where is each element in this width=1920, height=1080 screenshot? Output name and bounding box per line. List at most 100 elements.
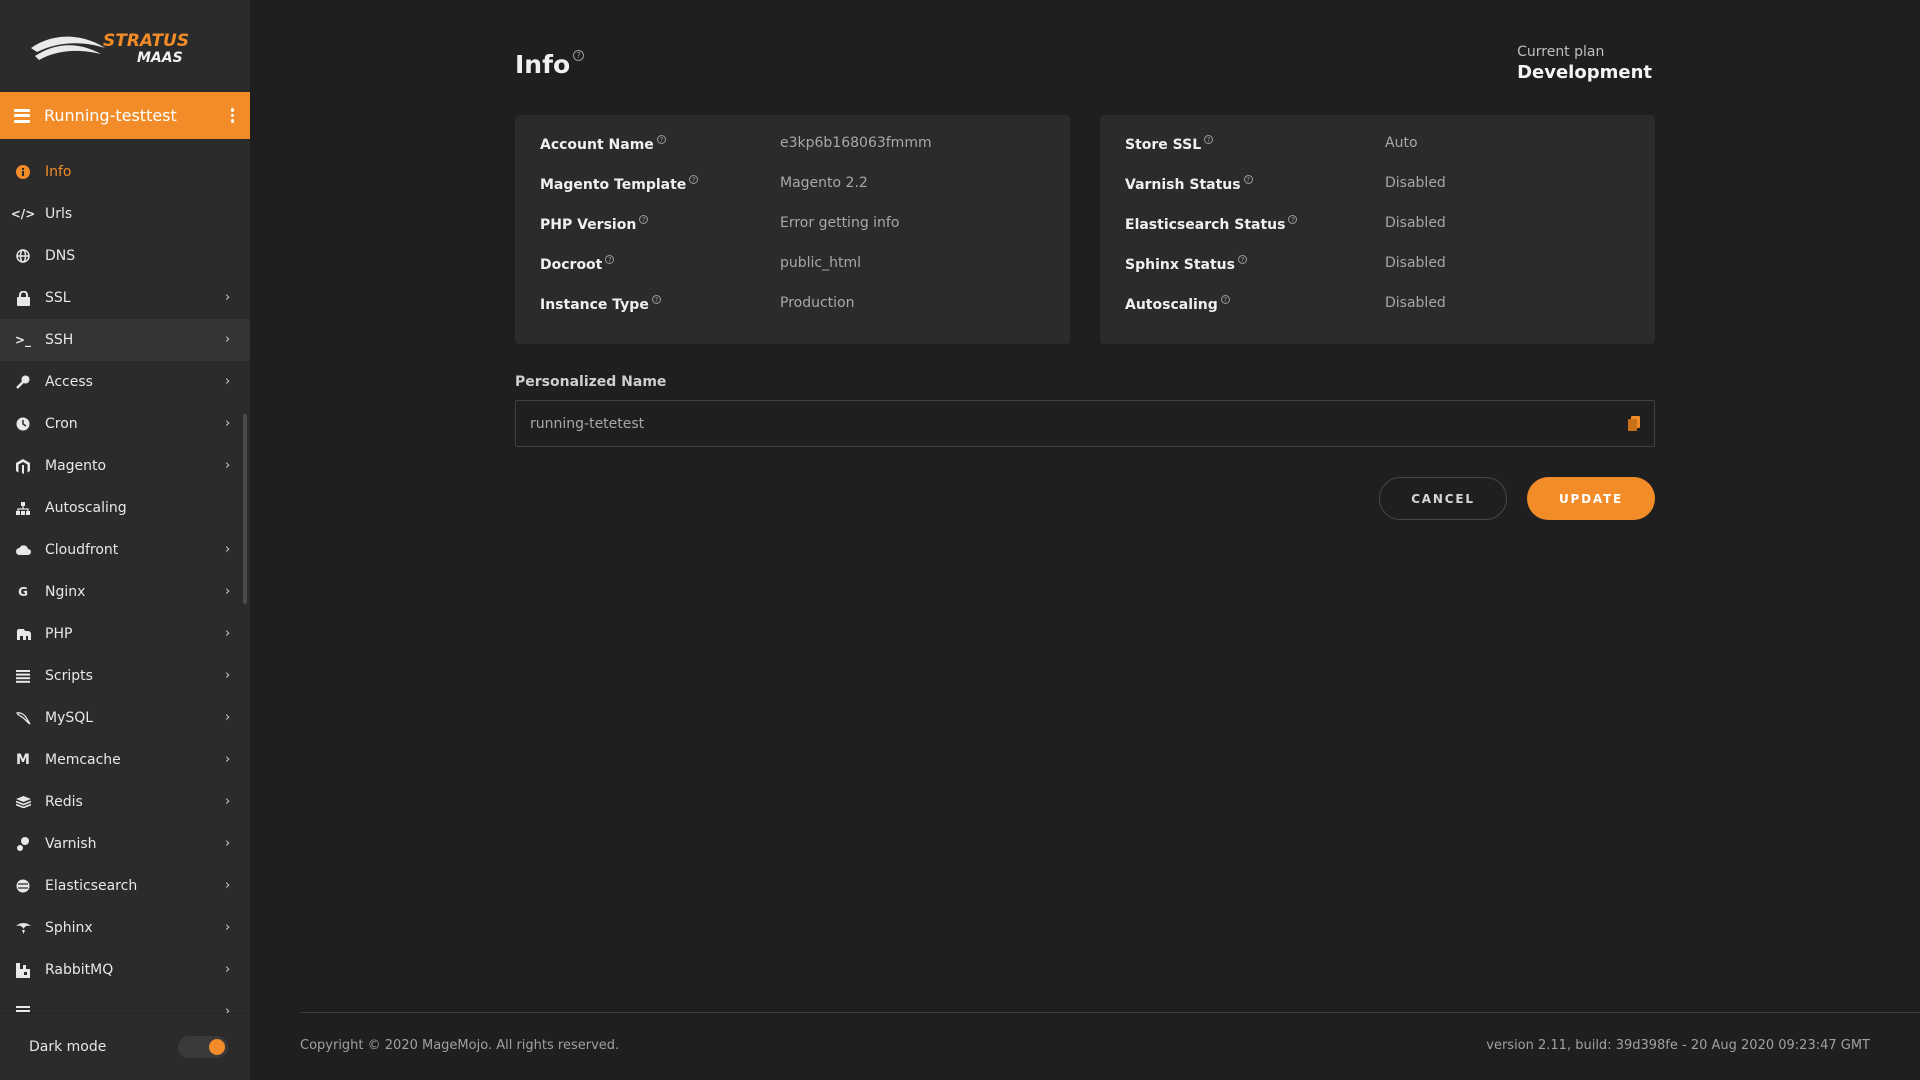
sidebar-item-label: Urls bbox=[45, 206, 73, 222]
list-icon bbox=[15, 668, 31, 684]
help-icon[interactable]: ? bbox=[639, 215, 649, 224]
current-plan: Current plan Development bbox=[1517, 44, 1652, 83]
help-icon[interactable]: ? bbox=[689, 175, 699, 184]
info-value: public_html bbox=[780, 255, 862, 271]
help-icon[interactable]: ? bbox=[573, 50, 585, 61]
instance-selector[interactable]: Running-testtest bbox=[0, 92, 250, 139]
sidebar-item-label: RabbitMQ bbox=[45, 962, 114, 978]
info-key: Magento Template? bbox=[540, 175, 780, 193]
stratus-logo[interactable]: STRATUS MAAS bbox=[0, 0, 250, 92]
status-value: Disabled bbox=[1385, 255, 1446, 271]
help-icon[interactable]: ? bbox=[1237, 255, 1247, 264]
sidebar-item-elasticsearch[interactable]: Elasticsearch › bbox=[0, 865, 250, 907]
personalized-name-input[interactable] bbox=[530, 415, 1628, 432]
help-icon[interactable]: ? bbox=[656, 135, 666, 144]
sidebar-item-cron[interactable]: Cron › bbox=[0, 403, 250, 445]
sidebar-item-label: Autoscaling bbox=[45, 500, 127, 516]
help-icon[interactable]: ? bbox=[1243, 175, 1253, 184]
redis-icon bbox=[15, 794, 31, 810]
info-value: Error getting info bbox=[780, 215, 900, 231]
chevron-right-icon: › bbox=[225, 836, 231, 851]
sidebar-item-sphinx[interactable]: Sphinx › bbox=[0, 907, 250, 949]
help-icon[interactable]: ? bbox=[1204, 135, 1214, 144]
clipboard-icon[interactable] bbox=[1628, 416, 1640, 431]
sidebar-item-magento[interactable]: Magento › bbox=[0, 445, 250, 487]
status-key: Store SSL? bbox=[1125, 135, 1385, 153]
more-vertical-icon[interactable] bbox=[230, 108, 234, 123]
services-status-card: Store SSL? Auto Varnish Status? Disabled… bbox=[1100, 115, 1655, 344]
status-key: Varnish Status? bbox=[1125, 175, 1385, 193]
info-key: PHP Version? bbox=[540, 215, 780, 233]
chevron-right-icon: › bbox=[225, 920, 231, 935]
key-icon bbox=[15, 374, 31, 390]
logo-image: STRATUS MAAS bbox=[31, 31, 189, 66]
info-value: e3kp6b168063fmmm bbox=[780, 135, 932, 151]
update-button[interactable]: UPDATE bbox=[1527, 477, 1655, 520]
status-row-autoscaling: Autoscaling? Disabled bbox=[1125, 295, 1630, 337]
status-value: Disabled bbox=[1385, 175, 1446, 191]
sidebar-item-dns[interactable]: DNS bbox=[0, 235, 250, 277]
sidebar: STRATUS MAAS Running-testtest Info </> U… bbox=[0, 0, 250, 1080]
sidebar-item-label: Magento bbox=[45, 458, 107, 474]
help-icon[interactable]: ? bbox=[1220, 295, 1230, 304]
sidebar-item-mysql[interactable]: MySQL › bbox=[0, 697, 250, 739]
chevron-right-icon: › bbox=[225, 458, 231, 473]
sidebar-item-scripts[interactable]: Scripts › bbox=[0, 655, 250, 697]
memcache-icon: M bbox=[16, 752, 30, 768]
sidebar-item-php[interactable]: PHP › bbox=[0, 613, 250, 655]
info-row-php-version: PHP Version? Error getting info bbox=[540, 215, 1045, 257]
status-key: Elasticsearch Status? bbox=[1125, 215, 1385, 233]
sidebar-nav: Info </> Urls DNS SSL › >_ SSH › Access … bbox=[0, 139, 250, 1033]
help-icon[interactable]: ? bbox=[1288, 215, 1298, 224]
sidebar-item-varnish[interactable]: Varnish › bbox=[0, 823, 250, 865]
status-key: Sphinx Status? bbox=[1125, 255, 1385, 273]
clock-icon bbox=[15, 416, 31, 432]
chevron-right-icon: › bbox=[225, 374, 231, 389]
chevron-right-icon: › bbox=[225, 542, 231, 557]
chevron-right-icon: › bbox=[225, 626, 231, 641]
logo-text-maas: MAAS bbox=[137, 50, 183, 66]
php-icon bbox=[15, 626, 31, 642]
logo-text-stratus: STRATUS bbox=[103, 31, 189, 51]
info-icon bbox=[15, 164, 31, 180]
status-row-store-ssl: Store SSL? Auto bbox=[1125, 135, 1630, 177]
cloud-icon bbox=[15, 542, 31, 558]
sitemap-icon bbox=[15, 500, 31, 516]
info-key: Docroot? bbox=[540, 255, 780, 273]
terminal-icon: >_ bbox=[14, 333, 32, 347]
dark-mode-toggle[interactable] bbox=[178, 1036, 228, 1058]
help-icon[interactable]: ? bbox=[651, 295, 661, 304]
sidebar-item-label: Access bbox=[45, 374, 93, 390]
chevron-right-icon: › bbox=[225, 668, 231, 683]
info-row-docroot: Docroot? public_html bbox=[540, 255, 1045, 297]
chevron-right-icon: › bbox=[225, 962, 231, 977]
lock-icon bbox=[15, 290, 31, 306]
sidebar-item-info[interactable]: Info bbox=[0, 151, 250, 193]
sidebar-item-cloudfront[interactable]: Cloudfront › bbox=[0, 529, 250, 571]
sidebar-item-urls[interactable]: </> Urls bbox=[0, 193, 250, 235]
sidebar-item-ssl[interactable]: SSL › bbox=[0, 277, 250, 319]
chevron-right-icon: › bbox=[225, 584, 231, 599]
sidebar-item-rabbitmq[interactable]: RabbitMQ › bbox=[0, 949, 250, 991]
status-value: Disabled bbox=[1385, 215, 1446, 231]
info-row-magento-template: Magento Template? Magento 2.2 bbox=[540, 175, 1045, 217]
sidebar-item-label: Scripts bbox=[45, 668, 93, 684]
status-row-elasticsearch: Elasticsearch Status? Disabled bbox=[1125, 215, 1630, 257]
cancel-button[interactable]: CANCEL bbox=[1379, 477, 1507, 520]
info-value: Production bbox=[780, 295, 855, 311]
sidebar-item-autoscaling[interactable]: Autoscaling bbox=[0, 487, 250, 529]
sidebar-scrollbar[interactable] bbox=[243, 414, 247, 604]
sidebar-item-nginx[interactable]: G Nginx › bbox=[0, 571, 250, 613]
sidebar-item-label: Cron bbox=[45, 416, 78, 432]
chevron-right-icon: › bbox=[225, 794, 231, 809]
sidebar-item-memcache[interactable]: M Memcache › bbox=[0, 739, 250, 781]
sidebar-item-redis[interactable]: Redis › bbox=[0, 781, 250, 823]
sidebar-item-label: Nginx bbox=[45, 584, 86, 600]
sidebar-item-access[interactable]: Access › bbox=[0, 361, 250, 403]
footer-copyright: Copyright © 2020 MageMojo. All rights re… bbox=[300, 1038, 620, 1053]
globe-icon bbox=[15, 248, 31, 264]
page-title: Info? bbox=[515, 50, 585, 79]
help-icon[interactable]: ? bbox=[605, 255, 615, 264]
sidebar-item-ssh[interactable]: >_ SSH › bbox=[0, 319, 250, 361]
page-title-text: Info bbox=[515, 50, 571, 79]
